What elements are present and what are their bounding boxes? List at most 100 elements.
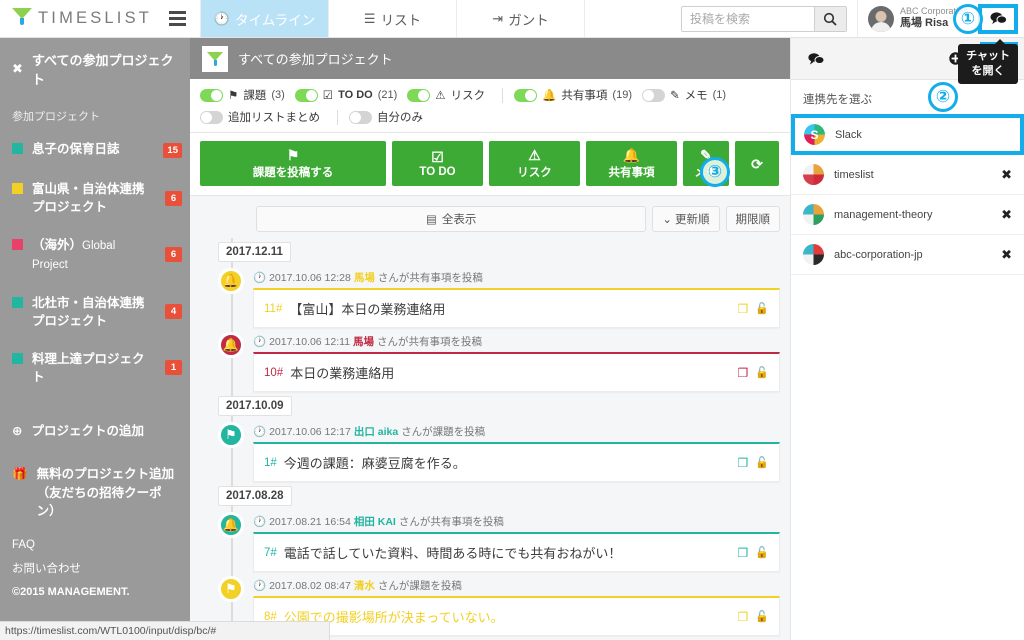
timeline-entry[interactable]: ⚑ 🕐 2017.10.06 12:17 出口 aika さんが課題を投稿 1#… xyxy=(200,422,780,482)
copy-icon[interactable]: ❐ xyxy=(738,302,749,316)
copy-icon[interactable]: ❐ xyxy=(738,610,749,624)
entry-timestamp: 2017.10.06 12:28 xyxy=(269,271,351,284)
unlock-icon[interactable]: 🔓 xyxy=(755,610,769,623)
entry-title: 電話で話していた資料、時間ある時にでも共有おねがい！ xyxy=(283,546,622,561)
sidebar-item-project-2[interactable]: （海外）Global Project 6 xyxy=(0,226,190,283)
post-shared-button[interactable]: 🔔 共有事項 xyxy=(586,141,677,186)
search-button[interactable] xyxy=(813,6,846,31)
filter-toggle-issue[interactable]: ⚑ 課題 (3) xyxy=(200,86,291,104)
brand-logo-area[interactable]: TIMESLIST xyxy=(0,0,155,37)
filter-count: (3) xyxy=(271,89,285,101)
sidebar-all-projects[interactable]: ✖ すべての参加プロジェクト xyxy=(0,38,190,100)
tab-list[interactable]: ☰ リスト xyxy=(328,0,456,37)
projects-icon: ✖ xyxy=(12,61,23,76)
entry-card[interactable]: 8# 公園での撮影場所が決まっていない。 ❐ 🔓 xyxy=(253,596,780,636)
faq-link[interactable]: FAQ xyxy=(12,533,130,557)
close-icon[interactable]: ✖ xyxy=(1001,247,1012,263)
project-name: 富山県・自治体連携プロジェクト xyxy=(32,182,145,215)
sidebar-add-project[interactable]: ⊕ プロジェクトの追加 xyxy=(0,410,190,453)
sidebar-item-project-1[interactable]: 富山県・自治体連携プロジェクト 6 xyxy=(0,170,190,226)
page-title: すべての参加プロジェクト xyxy=(238,52,393,67)
copyright: ©2015 MANAGEMENT. xyxy=(12,585,130,598)
avatar xyxy=(867,5,894,32)
toggle-switch[interactable] xyxy=(641,88,665,102)
bell-icon: 🔔 xyxy=(622,146,641,163)
close-icon[interactable]: ✖ xyxy=(1001,167,1012,183)
copy-icon[interactable]: ❐ xyxy=(738,546,749,560)
show-all-button[interactable]: ▤ 全表示 xyxy=(256,206,647,232)
post-risk-label: リスク xyxy=(517,166,552,179)
filter-toggle-risk[interactable]: ⚠ リスク xyxy=(407,86,491,104)
toggle-switch[interactable] xyxy=(407,88,431,102)
tooltip-line-1: チャット xyxy=(966,50,1010,62)
copy-icon[interactable]: ❐ xyxy=(738,366,749,380)
entry-timestamp: 2017.08.02 08:47 xyxy=(269,579,351,592)
post-issue-button[interactable]: ⚑ 課題を投稿する xyxy=(200,141,386,186)
toggle-switch[interactable] xyxy=(514,88,538,102)
filter-toggle-memo[interactable]: ✎ メモ (1) xyxy=(641,86,732,104)
entry-card[interactable]: 10# 本日の業務連絡用 ❐ 🔓 xyxy=(253,352,780,392)
toggle-switch[interactable] xyxy=(200,110,223,124)
close-icon[interactable]: ✖ xyxy=(1001,207,1012,223)
filter-toggle-todo[interactable]: ☑ TO DO (21) xyxy=(294,87,404,103)
search-input[interactable] xyxy=(681,6,814,31)
contact-link[interactable]: お問い合わせ xyxy=(12,557,130,581)
funnel-icon xyxy=(202,45,228,72)
bell-icon: 🔔 xyxy=(542,90,557,102)
entry-body: 🕐 2017.10.06 12:11 馬場 さんが共有事項を投稿 10# 本日の… xyxy=(253,332,780,392)
filter-toggle-shared[interactable]: 🔔 共有事項 (19) xyxy=(514,86,638,104)
sidebar-item-project-0[interactable]: 息子の保育日誌 15 xyxy=(0,130,190,170)
project-badge: 6 xyxy=(165,190,182,206)
app-root: TIMESLIST 🕐 タイムライン ☰ リスト ⇥ ガント 投稿を検索 ABC… xyxy=(0,0,1024,640)
integration-item-slack[interactable]: S Slack xyxy=(791,114,1024,155)
timeline-entry[interactable]: 🔔 🕐 2017.10.06 12:11 馬場 さんが共有事項を投稿 10# 本… xyxy=(200,332,780,392)
status-url: https://timeslist.com/WTL0100/input/disp… xyxy=(5,625,217,637)
entry-meta: 🕐 2017.08.02 08:47 清水 さんが課題を投稿 xyxy=(253,576,780,596)
toggle-switch[interactable] xyxy=(349,110,372,124)
unlock-icon[interactable]: 🔓 xyxy=(755,546,769,559)
entry-number: 10# xyxy=(264,366,284,379)
entry-meta: 🕐 2017.10.06 12:11 馬場 さんが共有事項を投稿 xyxy=(253,332,780,352)
timeline-entry[interactable]: 🔔 🕐 2017.08.21 16:54 相田 KAI さんが共有事項を投稿 7… xyxy=(200,512,780,572)
toggle-switch[interactable] xyxy=(200,88,223,102)
timeline-entry[interactable]: 🔔 🕐 2017.10.06 12:28 馬場 さんが共有事項を投稿 11# 【… xyxy=(200,268,780,328)
entry-card[interactable]: 1# 今週の課題：麻婆豆腐を作る。 ❐ 🔓 xyxy=(253,442,780,482)
clock-icon: 🕐 xyxy=(253,426,267,438)
workspace-icon xyxy=(803,204,824,225)
post-todo-button[interactable]: ☑ TO DO xyxy=(392,141,483,186)
panel-chat-button[interactable] xyxy=(797,42,835,76)
filter-toggle-mine-only[interactable]: 自分のみ xyxy=(349,108,429,126)
clock-icon: 🕐 xyxy=(253,272,267,284)
tab-gantt-label: ガント xyxy=(508,12,549,28)
copy-icon[interactable]: ❐ xyxy=(738,456,749,470)
entry-meta: 🕐 2017.10.06 12:28 馬場 さんが共有事項を投稿 xyxy=(253,268,780,288)
entry-card[interactable]: 11# 【富山】本日の業務連絡用 ❐ 🔓 xyxy=(253,288,780,328)
sort-by-deadline-button[interactable]: 期限順 xyxy=(725,206,780,232)
entry-card[interactable]: 7# 電話で話していた資料、時間ある時にでも共有おねがい！ ❐ 🔓 xyxy=(253,532,780,572)
sort-by-update-button[interactable]: ⌄ 更新順 xyxy=(652,206,720,232)
project-header: すべての参加プロジェクト xyxy=(190,38,790,79)
sidebar-item-project-4[interactable]: 料理上達プロジェクト 1 xyxy=(0,340,190,396)
tab-gantt[interactable]: ⇥ ガント xyxy=(456,0,584,37)
hamburger-icon[interactable] xyxy=(155,0,200,37)
integration-item-timeslist[interactable]: timeslist ✖ xyxy=(791,155,1024,195)
filter-label: 課題 xyxy=(243,90,267,102)
sidebar-free-project-coupon[interactable]: 🎁 無料のプロジェクト追加（友だちの招待クーポン） xyxy=(0,453,190,533)
filter-toggle-list-summary[interactable]: 追加リストまとめ xyxy=(200,108,326,126)
chat-toggle-button[interactable] xyxy=(978,3,1018,34)
integration-item-abc-corporation-jp[interactable]: abc-corporation-jp ✖ xyxy=(791,235,1024,275)
post-risk-button[interactable]: ⚠ リスク xyxy=(489,141,580,186)
sidebar-item-project-3[interactable]: 北杜市・自治体連携プロジェクト 4 xyxy=(0,284,190,340)
annotation-marker-1: ① xyxy=(953,4,983,34)
refresh-button[interactable]: ⟳ xyxy=(735,141,779,186)
integration-item-management-theory[interactable]: management-theory ✖ xyxy=(791,195,1024,235)
unlock-icon[interactable]: 🔓 xyxy=(755,456,769,469)
show-all-label: 全表示 xyxy=(441,214,477,226)
sidebar-header-label: すべての参加プロジェクト xyxy=(31,53,174,87)
main-content: すべての参加プロジェクト ⚑ 課題 (3) ☑ TO DO (21) ⚠ リスク… xyxy=(190,38,790,640)
toggle-switch[interactable] xyxy=(294,88,318,102)
unlock-icon[interactable]: 🔓 xyxy=(755,302,769,315)
tab-timeline[interactable]: 🕐 タイムライン xyxy=(200,0,328,37)
unlock-icon[interactable]: 🔓 xyxy=(755,366,769,379)
timeline-date-chip: 2017.10.09 xyxy=(218,396,292,416)
